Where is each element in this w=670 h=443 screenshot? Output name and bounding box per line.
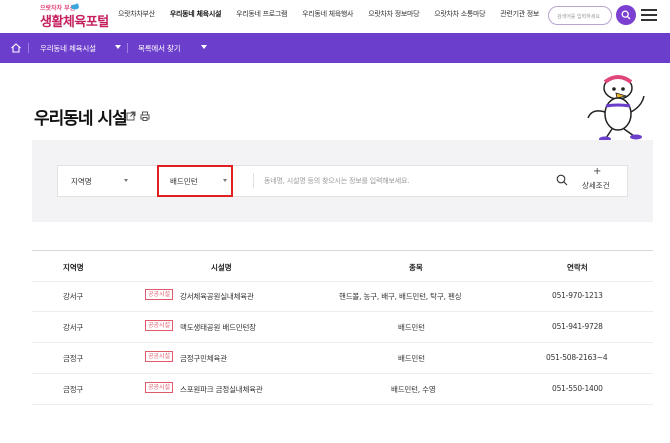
cell-sports: 배드민턴, 수영 <box>391 385 436 394</box>
row-divider <box>32 373 653 374</box>
cell-phone: 051-970-1213 <box>552 291 603 300</box>
cell-sports: 배드민턴 <box>398 354 425 363</box>
detail-conditions-button[interactable]: 상세조건 <box>582 180 610 191</box>
cell-region: 금정구 <box>63 385 84 394</box>
public-facility-badge: 공공시설 <box>145 289 174 300</box>
public-facility-badge: 공공시설 <box>145 382 174 393</box>
public-facility-badge: 공공시설 <box>145 320 174 331</box>
main-nav: 으랏차차부산 우리동네 체육시설 우리동네 프로그램 우리동네 체육행사 으랏차… <box>118 9 554 19</box>
logo-title: 생활체육포털 <box>40 15 109 30</box>
chevron-down-icon[interactable] <box>201 45 207 49</box>
cell-facility[interactable]: 맥도생태공원 배드민턴장 <box>180 322 256 333</box>
chevron-down-icon[interactable] <box>223 179 227 182</box>
breadcrumb-item-facilities[interactable]: 우리동네 체육시설 <box>40 43 96 54</box>
cell-region: 금정구 <box>63 354 84 363</box>
table-top-border <box>32 250 653 251</box>
cell-facility[interactable]: 강서체육공원실내체육관 <box>180 291 254 302</box>
plus-icon[interactable]: + <box>593 167 601 177</box>
nav-item-events[interactable]: 우리동네 체육행사 <box>302 9 353 19</box>
chevron-down-icon[interactable] <box>124 179 128 182</box>
site-header: 으랏차차 부산 생활체육포털 으랏차차부산 우리동네 체육시설 우리동네 프로그… <box>0 0 670 33</box>
column-header-sports: 종목 <box>409 263 423 272</box>
print-icon[interactable] <box>140 111 150 121</box>
row-divider <box>32 311 653 312</box>
search-icon[interactable] <box>556 174 568 186</box>
nav-item-programs[interactable]: 우리동네 프로그램 <box>236 9 287 19</box>
share-icon[interactable] <box>126 111 136 121</box>
nav-item-agencies[interactable]: 관련기관 정보 <box>500 9 539 19</box>
cell-region: 강서구 <box>63 292 84 301</box>
cell-sports: 핸드볼, 농구, 배구, 배드민턴, 탁구, 펜싱 <box>339 292 462 301</box>
row-divider <box>32 342 653 343</box>
menu-icon[interactable] <box>641 9 657 21</box>
breadcrumb-item-list[interactable]: 목록에서 찾기 <box>138 43 181 54</box>
search-input[interactable]: 동네명, 시설명 등의 찾으시는 정보를 입력해보세요. <box>264 176 409 186</box>
breadcrumb: 우리동네 체육시설 목록에서 찾기 <box>0 33 670 63</box>
region-select[interactable]: 지역명 <box>71 176 92 187</box>
page-title: 우리동네 시설 <box>34 109 128 129</box>
search-divider <box>253 173 254 188</box>
cell-phone: 051-941-9728 <box>552 322 603 331</box>
cell-region: 강서구 <box>63 323 84 332</box>
column-header-facility: 시설명 <box>211 263 232 272</box>
row-divider <box>32 404 653 405</box>
header-search-input[interactable]: 검색어를 입력하세요 <box>548 6 612 25</box>
cell-facility[interactable]: 금정구민체육관 <box>180 353 227 364</box>
cell-sports: 배드민턴 <box>398 323 425 332</box>
nav-item-facilities[interactable]: 우리동네 체육시설 <box>170 9 222 19</box>
nav-item-community[interactable]: 으랏차차 소통마당 <box>434 9 485 19</box>
nav-item-busan[interactable]: 으랏차차부산 <box>118 9 155 19</box>
breadcrumb-divider <box>127 43 128 53</box>
search-icon <box>621 10 631 20</box>
mascot-seagull-illustration <box>587 75 645 142</box>
public-facility-badge: 공공시설 <box>145 351 174 362</box>
site-logo[interactable]: 으랏차차 부산 생활체육포털 <box>40 3 110 30</box>
logo-bird-icon <box>71 3 79 10</box>
cell-phone: 051-508-2163~4 <box>546 353 608 362</box>
breadcrumb-divider <box>28 43 29 53</box>
row-divider <box>32 281 653 282</box>
sport-select[interactable]: 배드민턴 <box>170 176 198 187</box>
column-header-region: 지역명 <box>63 263 84 272</box>
cell-phone: 051-550-1400 <box>552 384 603 393</box>
column-header-phone: 연락처 <box>567 263 588 272</box>
chevron-down-icon[interactable] <box>115 45 121 49</box>
cell-facility[interactable]: 스포원파크 금정실내체육관 <box>180 384 263 395</box>
nav-item-info[interactable]: 으랏차차 정보마당 <box>368 9 419 19</box>
home-icon[interactable] <box>10 42 22 54</box>
header-search-button[interactable] <box>616 5 636 25</box>
